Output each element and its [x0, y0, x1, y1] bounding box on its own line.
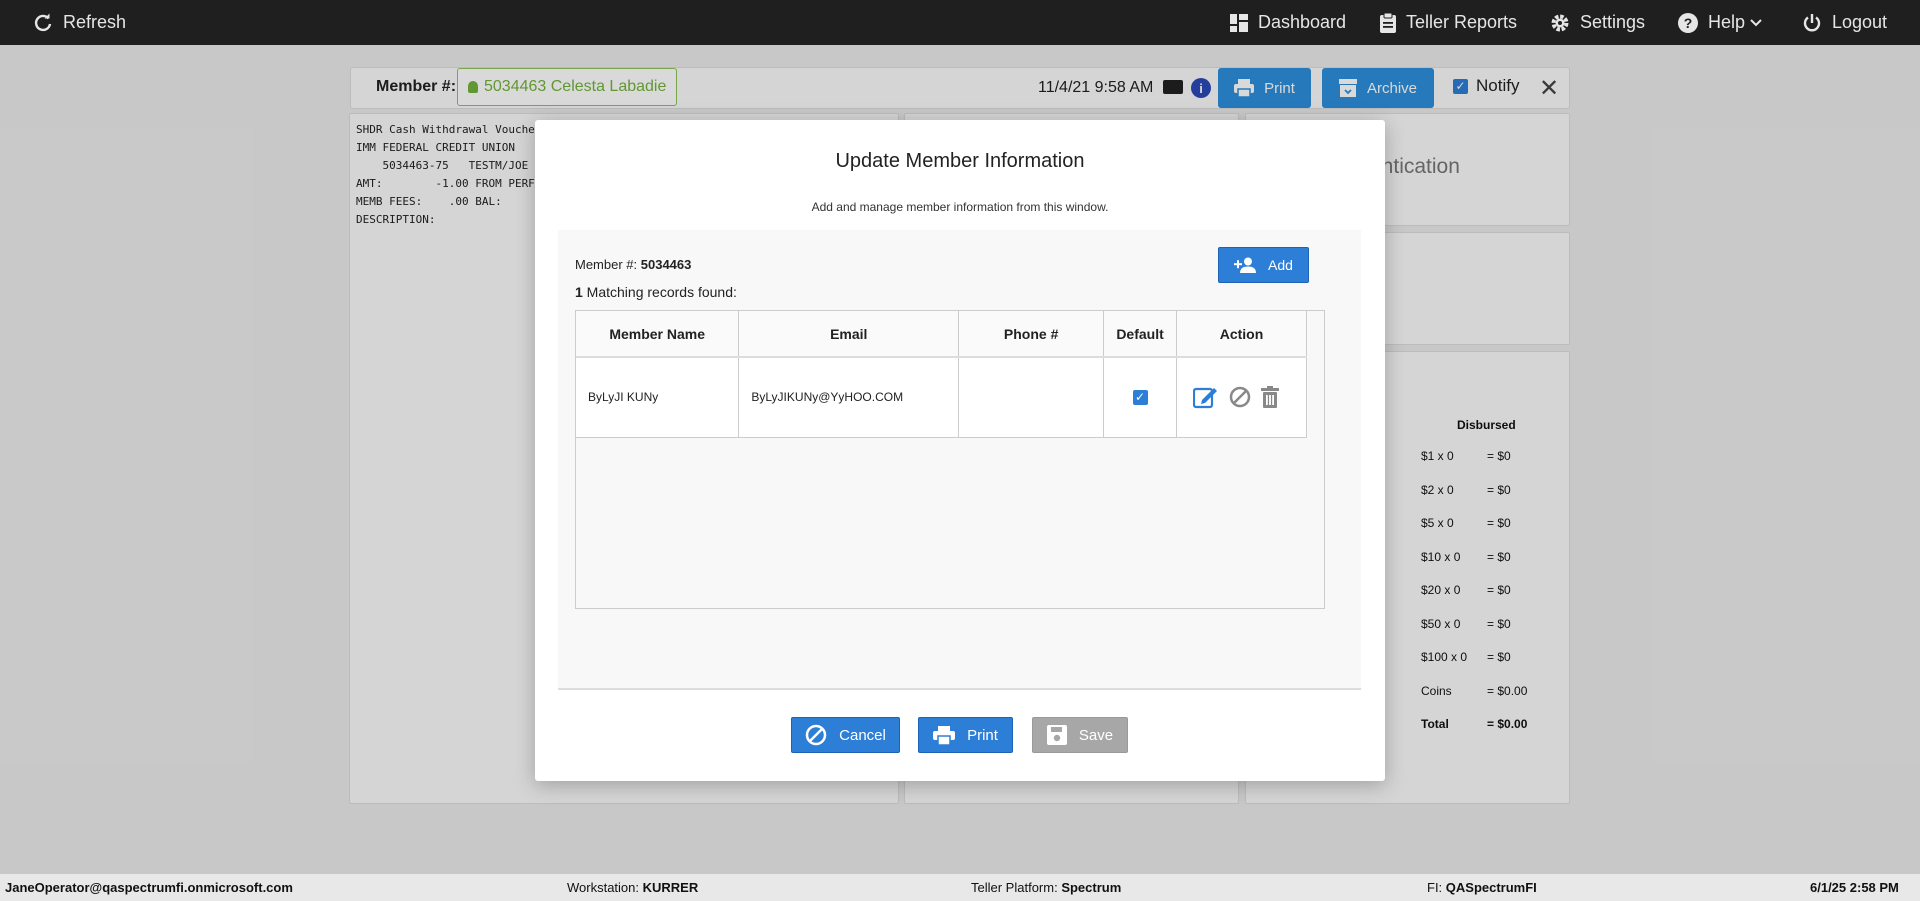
member-number-label: Member #: [575, 257, 641, 272]
column-header-member-name[interactable]: Member Name [576, 311, 740, 358]
trash-icon[interactable] [1261, 386, 1280, 409]
logout-label: Logout [1832, 12, 1888, 32]
refresh-icon [34, 13, 52, 31]
cancel-button[interactable]: Cancel [791, 717, 900, 753]
workstation-info: Workstation: KURRER [567, 880, 698, 895]
disable-icon[interactable] [1229, 386, 1251, 408]
default-checkbox[interactable]: ✓ [1132, 389, 1148, 405]
cancel-label: Cancel [839, 726, 886, 744]
help-icon: ? [1678, 12, 1698, 33]
platform-value: Spectrum [1061, 880, 1122, 895]
help-menu[interactable]: ? Help [1678, 0, 1762, 45]
fi-label: FI: [1427, 880, 1446, 895]
workstation-label: Workstation: [567, 880, 643, 895]
logout-link[interactable]: Logout [1802, 0, 1887, 45]
modal-subtitle: Add and manage member information from t… [811, 200, 1109, 214]
refresh-button[interactable]: Refresh [33, 0, 126, 45]
operator-email: JaneOperator@qaspectrumfi.onmicrosoft.co… [5, 880, 293, 895]
refresh-label: Refresh [63, 12, 127, 32]
column-header-email[interactable]: Email [738, 311, 960, 358]
column-header-action[interactable]: Action [1176, 311, 1307, 358]
save-label: Save [1078, 726, 1114, 744]
match-count: 1 [575, 284, 583, 300]
gear-icon [1551, 14, 1569, 31]
clipboard-icon [1380, 12, 1396, 33]
teller-reports-link[interactable]: Teller Reports [1380, 0, 1517, 45]
email-cell: ByLyJIKUNy@YyHOO.COM [738, 357, 960, 438]
modal-body: Member #: 5034463 1 Matching records fou… [558, 230, 1361, 690]
fi-value: QASpectrumFI [1445, 880, 1537, 895]
printer-icon [933, 725, 956, 745]
dashboard-link[interactable]: Dashboard [1230, 0, 1346, 45]
update-member-modal: Update Member Information Add and manage… [535, 120, 1385, 781]
workstation-value: KURRER [642, 880, 699, 895]
save-icon [1046, 725, 1067, 745]
power-icon [1803, 13, 1821, 31]
status-footer: JaneOperator@qaspectrumfi.onmicrosoft.co… [0, 874, 1920, 901]
save-button[interactable]: Save [1032, 717, 1128, 753]
member-number-line: Member #: 5034463 [575, 257, 691, 272]
column-header-phone[interactable]: Phone # [958, 311, 1105, 358]
member-number-value: 5034463 [640, 257, 692, 272]
teller-platform-info: Teller Platform: Spectrum [971, 880, 1121, 895]
svg-text:?: ? [1684, 15, 1693, 31]
teller-reports-label: Teller Reports [1406, 12, 1518, 32]
settings-label: Settings [1580, 12, 1646, 32]
cancel-icon [805, 724, 827, 746]
matching-records-line: 1 Matching records found: [575, 284, 737, 300]
dashboard-label: Dashboard [1258, 12, 1347, 32]
chevron-down-icon [1750, 18, 1762, 26]
footer-datetime: 6/1/25 2:58 PM [1810, 880, 1899, 895]
settings-link[interactable]: Settings [1550, 0, 1645, 45]
default-cell: ✓ [1103, 357, 1178, 438]
member-name-cell: ByLyJI KUNy [576, 357, 740, 438]
fi-info: FI: QASpectrumFI [1427, 880, 1537, 895]
add-user-icon [1234, 257, 1257, 273]
print-button[interactable]: Print [918, 717, 1013, 753]
help-label: Help [1708, 12, 1746, 32]
member-records-grid: Member Name Email Phone # Default Action… [575, 310, 1325, 609]
table-row: ByLyJI KUNy ByLyJIKUNy@YyHOO.COM ✓ [576, 357, 1307, 438]
platform-label: Teller Platform: [971, 880, 1062, 895]
phone-cell [958, 357, 1105, 438]
action-cell [1176, 357, 1307, 438]
print-label: Print [967, 726, 998, 744]
add-label: Add [1268, 257, 1293, 273]
dashboard-icon [1230, 13, 1248, 32]
column-header-default[interactable]: Default [1103, 311, 1178, 358]
match-text: Matching records found: [582, 284, 737, 300]
top-navigation-bar: Refresh Dashboard Teller Reports Setting… [0, 0, 1920, 45]
modal-title: Update Member Information [835, 150, 1085, 172]
edit-icon[interactable] [1193, 385, 1219, 409]
add-member-button[interactable]: Add [1218, 247, 1309, 283]
